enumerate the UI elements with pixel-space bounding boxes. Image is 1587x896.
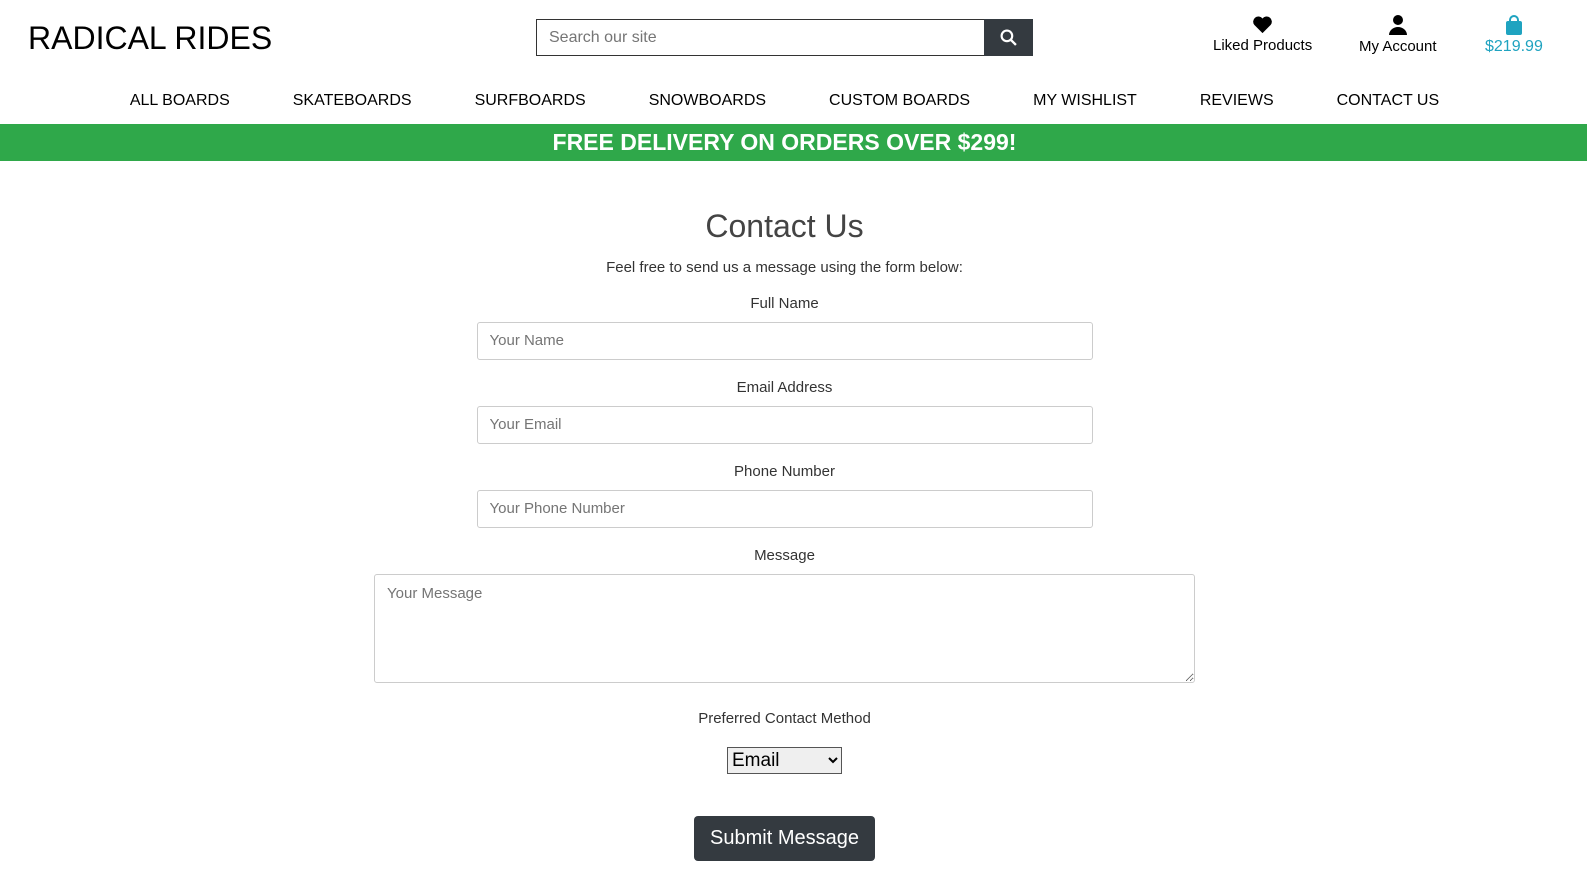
cart-total: $219.99 [1485, 38, 1543, 55]
nav-contact-us[interactable]: CONTACT US [1337, 92, 1440, 110]
email-label: Email Address [736, 379, 833, 396]
heart-icon [1253, 16, 1272, 34]
nav-custom-boards[interactable]: CUSTOM BOARDS [829, 92, 970, 110]
nav-skateboards[interactable]: SKATEBOARDS [293, 92, 412, 110]
nav-snowboards[interactable]: SNOWBOARDS [649, 92, 766, 110]
my-account-link[interactable]: My Account [1359, 15, 1437, 55]
message-label: Message [754, 547, 815, 564]
form-subtitle: Feel free to send us a message using the… [606, 259, 963, 276]
main-nav: ALL BOARDS SKATEBOARDS SURFBOARDS SNOWBO… [0, 78, 1587, 124]
submit-button[interactable]: Submit Message [694, 816, 875, 861]
logo[interactable]: RADICAL RIDES [28, 20, 272, 57]
search-icon [1000, 29, 1017, 46]
phone-label: Phone Number [734, 463, 835, 480]
search-input[interactable] [536, 19, 984, 56]
nav-surfboards[interactable]: SURFBOARDS [475, 92, 586, 110]
contact-form: Contact Us Feel free to send us a messag… [0, 208, 1587, 861]
phone-field[interactable] [476, 490, 1093, 528]
contact-method-label: Preferred Contact Method [698, 710, 871, 727]
nav-all-boards[interactable]: ALL BOARDS [130, 92, 230, 110]
email-field[interactable] [476, 406, 1093, 444]
nav-reviews[interactable]: REVIEWS [1200, 92, 1274, 110]
search-bar [536, 19, 1033, 56]
delivery-banner: FREE DELIVERY ON ORDERS OVER $299! [0, 124, 1587, 161]
shopping-bag-icon [1505, 15, 1522, 35]
name-label: Full Name [750, 295, 819, 312]
name-field[interactable] [476, 322, 1093, 360]
account-label: My Account [1359, 38, 1437, 55]
user-icon [1388, 15, 1407, 35]
liked-label: Liked Products [1213, 37, 1313, 54]
cart-link[interactable]: $219.99 [1485, 15, 1543, 56]
search-button[interactable] [984, 19, 1033, 56]
liked-products-link[interactable]: Liked Products [1213, 15, 1312, 54]
page-title: Contact Us [705, 208, 864, 244]
header: RADICAL RIDES Liked Products My Account … [0, 0, 1587, 78]
contact-method-select[interactable]: Email [727, 747, 842, 774]
message-field[interactable] [374, 574, 1195, 683]
nav-my-wishlist[interactable]: MY WISHLIST [1033, 92, 1137, 110]
